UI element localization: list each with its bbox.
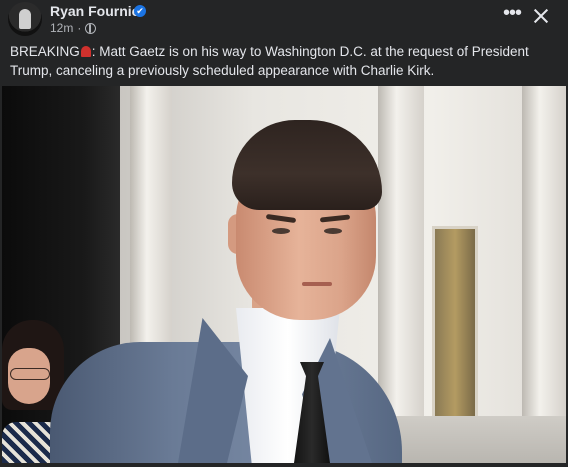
photo-column [522, 86, 566, 463]
verified-badge-icon: ✔ [134, 5, 146, 17]
post-text: BREAKING: Matt Gaetz is on his way to Wa… [10, 42, 560, 80]
globe-icon [85, 22, 97, 34]
facebook-post: Ryan Fournier ✔ 12m · ••• BREAKING: Matt… [0, 0, 568, 467]
more-options-icon[interactable]: ••• [502, 3, 522, 26]
author-name[interactable]: Ryan Fournier [50, 3, 145, 19]
photo-steps [392, 416, 566, 463]
post-photo[interactable] [2, 86, 566, 463]
close-icon[interactable] [531, 6, 551, 26]
photo-eye-right [324, 228, 342, 234]
post-meta: 12m · [50, 21, 97, 35]
photo-bystander-glasses [10, 368, 50, 380]
meta-separator: · [77, 21, 82, 35]
post-time[interactable]: 12m [50, 21, 73, 35]
siren-icon [80, 46, 91, 57]
avatar-figure [19, 9, 31, 29]
avatar-icon[interactable] [8, 2, 42, 36]
photo-mouth [302, 282, 332, 286]
post-header: Ryan Fournier ✔ 12m · ••• [0, 0, 568, 40]
photo-eye-left [272, 228, 290, 234]
photo-door [432, 226, 478, 422]
breaking-label: BREAKING [10, 44, 80, 59]
